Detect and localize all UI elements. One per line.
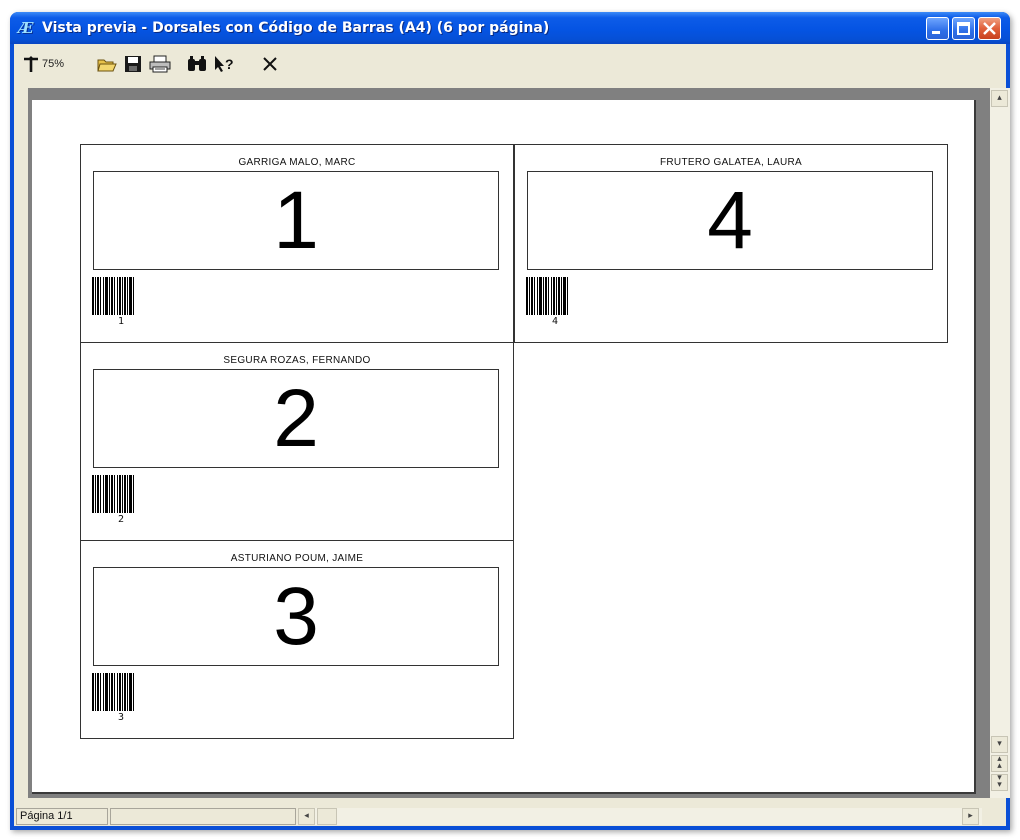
barcode-text: 2: [117, 514, 125, 525]
barcode-image: [92, 475, 134, 513]
barcode-text: 3: [117, 712, 125, 723]
scroll-down-button[interactable]: ▾: [991, 736, 1008, 753]
runner-name: ASTURIANO POUM, JAIME: [230, 553, 364, 564]
bib-number: 2: [273, 373, 319, 464]
minimize-icon: [932, 31, 940, 34]
barcode-text: 4: [551, 316, 559, 327]
find-button[interactable]: [186, 53, 208, 75]
save-button[interactable]: [122, 53, 144, 75]
preview-window: Æ Vista previa - Dorsales con Código de …: [10, 12, 1010, 830]
horizontal-scrollbar[interactable]: ◂ ▸: [298, 808, 982, 825]
bib-number-box: 4: [527, 171, 933, 270]
label-cell: ASTURIANO POUM, JAIME 3 3: [80, 540, 514, 739]
zoom-level: 75%: [42, 58, 65, 70]
bib-number-box: 2: [93, 369, 499, 468]
label-cell: SEGURA ROZAS, FERNANDO 2 2: [80, 342, 514, 541]
toolbar: 75% ?: [14, 44, 1006, 82]
vertical-scrollbar[interactable]: ▴ ▾ ▴ ▴ ▾ ▾: [990, 88, 1010, 798]
help-pointer-icon: ?: [215, 56, 234, 72]
title-bar[interactable]: Æ Vista previa - Dorsales con Código de …: [10, 12, 1010, 44]
barcode-image: [92, 673, 134, 711]
bib-number: 4: [707, 175, 753, 266]
open-folder-icon: [97, 59, 117, 72]
minimize-button[interactable]: [926, 17, 949, 40]
save-icon: [125, 56, 141, 72]
runner-name: SEGURA ROZAS, FERNANDO: [223, 355, 371, 366]
runner-name: GARRIGA MALO, MARC: [238, 157, 356, 168]
bib-number: 3: [273, 571, 319, 662]
close-preview-button[interactable]: [260, 53, 280, 75]
svg-text:?: ?: [225, 56, 234, 72]
page-sheet: GARRIGA MALO, MARC 1 1 FRUTERO GALATEA, …: [32, 100, 976, 794]
print-button[interactable]: [148, 53, 172, 75]
app-logo-icon: Æ: [18, 19, 34, 37]
close-window-button[interactable]: [978, 17, 1001, 40]
print-icon: [149, 55, 171, 73]
runner-name: FRUTERO GALATEA, LAURA: [660, 157, 802, 168]
close-icon: [263, 57, 277, 71]
client-area: 75% ? GARRIGA MALO, MARC 1 1 FRUTERO GAL…: [14, 44, 1010, 826]
bib-number-box: 3: [93, 567, 499, 666]
find-icon: [188, 56, 206, 71]
label-cell: FRUTERO GALATEA, LAURA 4 4: [514, 144, 948, 343]
previous-page-button[interactable]: ▴ ▴: [991, 755, 1008, 772]
bib-number-box: 1: [93, 171, 499, 270]
barcode-image: [92, 277, 134, 315]
next-page-button[interactable]: ▾ ▾: [991, 774, 1008, 791]
preview-area: GARRIGA MALO, MARC 1 1 FRUTERO GALATEA, …: [28, 88, 1010, 798]
maximize-button[interactable]: [952, 17, 975, 40]
scroll-left-button[interactable]: ◂: [298, 808, 315, 825]
close-window-icon: [983, 22, 996, 35]
barcode-text: 1: [117, 316, 125, 327]
window-title: Vista previa - Dorsales con Código de Ba…: [42, 20, 550, 36]
open-button[interactable]: [96, 53, 118, 75]
zoom-pointer-icon: [24, 56, 38, 72]
scroll-right-button[interactable]: ▸: [962, 808, 979, 825]
bib-number: 1: [273, 175, 319, 266]
zoom-control[interactable]: 75%: [22, 53, 78, 75]
maximize-icon: [957, 22, 970, 35]
page-indicator: Página 1/1: [16, 808, 108, 825]
barcode-image: [526, 277, 568, 315]
help-button[interactable]: ?: [212, 53, 236, 75]
scroll-up-button[interactable]: ▴: [991, 90, 1008, 107]
label-cell: GARRIGA MALO, MARC 1 1: [80, 144, 514, 343]
status-panel: [110, 808, 296, 825]
status-bar: Página 1/1 ◂ ▸: [14, 806, 1006, 826]
scroll-thumb[interactable]: [317, 808, 337, 825]
